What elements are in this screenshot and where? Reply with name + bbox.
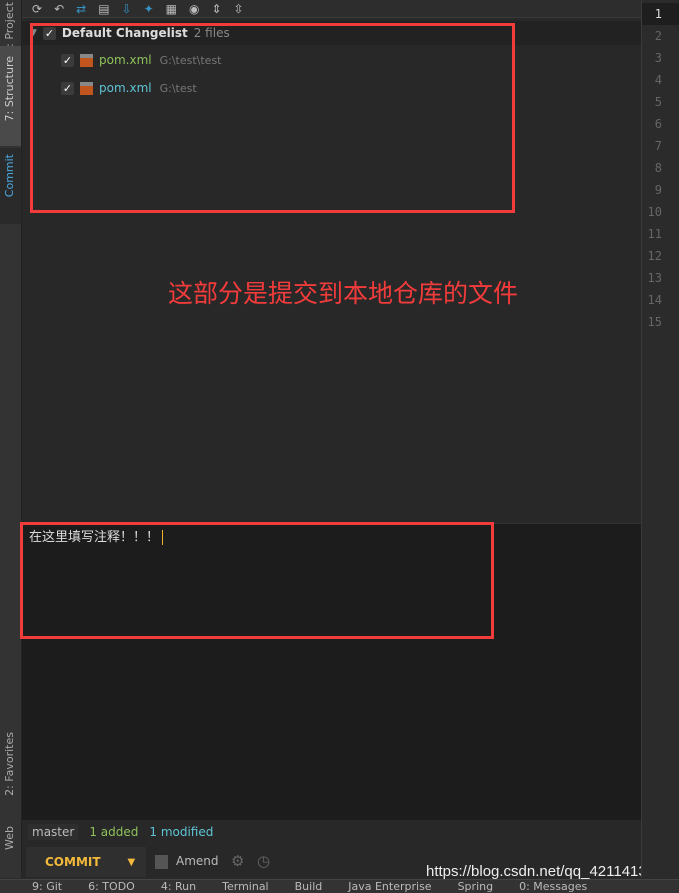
gear-icon[interactable]: ⚙ [231,852,244,870]
bottom-tool-bar: 9: Git 6: TODO 4: Run Terminal Build Java Ent… [0,879,679,893]
update-icon[interactable]: ⇩ [122,2,132,16]
editor-gutter: 1 2 3 4 5 6 7 8 9 10 11 12 13 14 15 [641,0,679,878]
line-number: 10 [647,205,662,219]
line-number: 9 [654,183,662,197]
bottom-tab[interactable]: 0: Messages [519,880,587,893]
annotation-text: 这部分是提交到本地仓库的文件 [168,279,519,308]
line-number: 15 [647,315,662,329]
line-number: 14 [647,293,662,307]
refresh-icon[interactable]: ⟳ [32,2,42,16]
view-icon[interactable]: ◉ [189,2,199,16]
annotation-box [30,23,515,213]
structure-label: 7: Structure [3,56,16,122]
added-count: 1 added [89,825,139,839]
commit-toolbar: ⟳ ↶ ⇄ ▤ ⇩ ✦ ▦ ◉ ⇕ ⇳ [22,0,641,18]
bottom-tab[interactable]: Terminal [222,880,269,893]
line-number: 3 [654,51,662,65]
line-number: 1 [654,7,662,21]
group-icon[interactable]: ▦ [166,2,177,16]
annotation-box [20,522,494,639]
line-number: 2 [654,29,662,43]
line-number: 4 [654,73,662,87]
line-number: 12 [647,249,662,263]
structure-tab[interactable]: 7: Structure [0,46,21,146]
commit-tab[interactable]: Commit [0,148,21,224]
commit-label: COMMIT [45,855,101,869]
amend-checkbox[interactable] [155,855,168,869]
line-number: 6 [654,117,662,131]
left-tool-strip: 1: Project 7: Structure Commit 2: Favori… [0,0,22,878]
branch-label[interactable]: master [28,824,79,840]
modified-count: 1 modified [149,825,214,839]
merge-icon[interactable]: ✦ [144,2,154,16]
line-number: 5 [654,95,662,109]
shelve-icon[interactable]: ▤ [98,2,109,16]
bottom-tab[interactable]: Java Enterprise [348,880,431,893]
amend-label: Amend [176,854,219,868]
bottom-tab[interactable]: Build [295,880,323,893]
clock-icon[interactable]: ◷ [257,852,270,870]
bottom-tab[interactable]: 4: Run [161,880,196,893]
collapse-icon[interactable]: ⇳ [234,2,244,16]
dropdown-arrow-icon[interactable]: ▼ [128,857,136,868]
line-number: 13 [647,271,662,285]
expand-icon[interactable]: ⇕ [211,2,221,16]
bottom-tab[interactable]: Spring [458,880,494,893]
diff-icon[interactable]: ⇄ [76,2,86,16]
watermark: https://blog.csdn.net/qq_42114130 [426,863,656,880]
commit-label: Commit [3,154,16,198]
favorites-tab[interactable]: 2: Favorites [3,732,16,796]
bottom-tab[interactable]: 9: Git [32,880,62,893]
line-number: 8 [654,161,662,175]
rollback-icon[interactable]: ↶ [54,2,64,16]
commit-button[interactable]: COMMIT ▼ [26,847,146,877]
bottom-tab[interactable]: 6: TODO [88,880,135,893]
line-number: 11 [647,227,662,241]
line-number: 7 [654,139,662,153]
web-tab[interactable]: Web [3,826,16,850]
